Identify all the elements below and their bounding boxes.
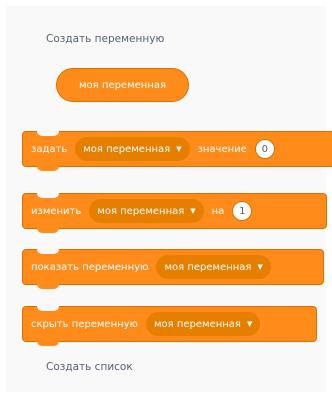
- change-keyword: изменить: [31, 205, 82, 217]
- hide-variable-block[interactable]: скрыть переменную моя переменная ▼: [22, 306, 317, 346]
- value-input[interactable]: 0: [254, 139, 275, 159]
- chevron-down-icon: ▼: [246, 320, 253, 328]
- show-keyword: показать переменную: [31, 261, 149, 273]
- variable-dropdown[interactable]: моя переменная ▼: [156, 255, 271, 279]
- show-variable-block[interactable]: показать переменную моя переменная ▼: [22, 249, 324, 289]
- set-keyword: задать: [31, 143, 68, 155]
- hide-keyword: скрыть переменную: [31, 318, 138, 330]
- variable-dropdown-label: моя переменная: [153, 318, 241, 330]
- change-connector: на: [211, 205, 225, 217]
- variable-reporter-block[interactable]: моя переменная: [56, 68, 189, 102]
- variable-dropdown-label: моя переменная: [83, 143, 171, 155]
- variable-dropdown-label: моя переменная: [97, 205, 185, 217]
- make-list-button[interactable]: Создать список: [46, 361, 133, 373]
- change-variable-block[interactable]: изменить моя переменная ▼ на 1: [22, 193, 327, 233]
- variable-dropdown[interactable]: моя переменная ▼: [75, 137, 190, 161]
- make-variable-button[interactable]: Создать переменную: [46, 33, 164, 45]
- variables-palette: Создать переменную моя переменная задать…: [6, 6, 332, 392]
- set-connector: значение: [197, 143, 247, 155]
- chevron-down-icon: ▼: [176, 145, 182, 153]
- variable-dropdown[interactable]: моя переменная ▼: [89, 199, 204, 223]
- variable-dropdown-label: моя переменная: [164, 261, 252, 273]
- chevron-down-icon: ▼: [190, 207, 196, 215]
- value-input[interactable]: 1: [232, 201, 253, 221]
- variable-dropdown[interactable]: моя переменная ▼: [145, 312, 261, 336]
- set-variable-block[interactable]: задать моя переменная ▼ значение 0: [22, 131, 332, 171]
- chevron-down-icon: ▼: [257, 263, 263, 271]
